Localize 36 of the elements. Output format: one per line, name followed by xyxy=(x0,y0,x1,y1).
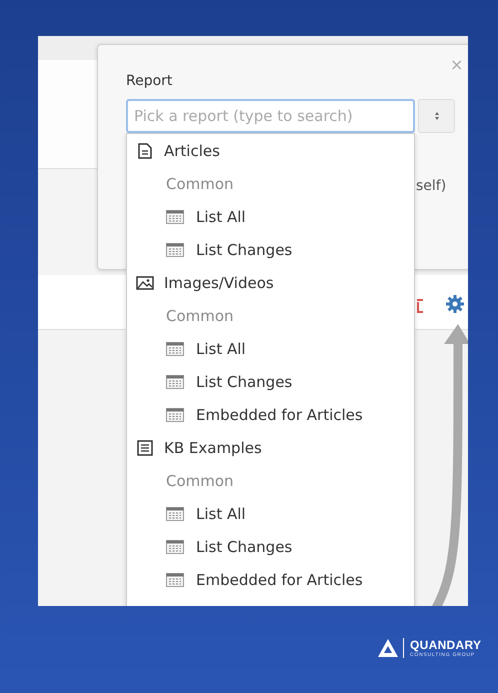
group-item[interactable]: KB Examples xyxy=(127,431,414,464)
dropdown-toggle[interactable] xyxy=(418,99,455,133)
settings-icon[interactable] xyxy=(445,294,465,314)
report-option[interactable]: Embedded for Articles xyxy=(127,563,414,596)
section-heading: Common xyxy=(166,472,234,490)
report-option[interactable]: List All xyxy=(127,200,414,233)
report-option[interactable]: List Changes xyxy=(127,530,414,563)
updown-icon xyxy=(434,111,440,121)
table-icon xyxy=(166,572,184,586)
report-option[interactable]: List All xyxy=(127,332,414,365)
table-icon xyxy=(166,540,184,554)
image-icon xyxy=(136,274,154,290)
group-item[interactable]: Articles xyxy=(127,134,414,167)
option-text: self) xyxy=(416,178,446,194)
report-option[interactable]: List Changes xyxy=(127,233,414,266)
group-item[interactable]: Images/Videos xyxy=(127,266,414,299)
group-title: Articles xyxy=(164,142,220,160)
table-icon xyxy=(166,210,184,224)
report-option[interactable]: Embedded for Articles xyxy=(127,398,414,431)
report-option[interactable]: List Changes xyxy=(127,365,414,398)
search-field[interactable]: Pick a report (type to search) xyxy=(126,99,415,133)
table-icon xyxy=(166,242,184,256)
section-heading: Common xyxy=(166,306,234,324)
group-title: Images/Videos xyxy=(164,274,274,292)
logo-icon xyxy=(377,638,404,658)
group-title: KB Examples xyxy=(164,438,262,456)
table-icon xyxy=(166,342,184,356)
logo-name: QUANDARY xyxy=(410,638,482,652)
report-label: Report xyxy=(126,73,172,89)
report-option[interactable]: List All xyxy=(127,497,414,530)
list-icon xyxy=(136,440,154,456)
document-icon xyxy=(136,142,154,158)
table-icon xyxy=(166,408,184,422)
section-heading: Common xyxy=(166,174,234,192)
table-icon xyxy=(166,506,184,520)
table-icon xyxy=(166,374,184,388)
